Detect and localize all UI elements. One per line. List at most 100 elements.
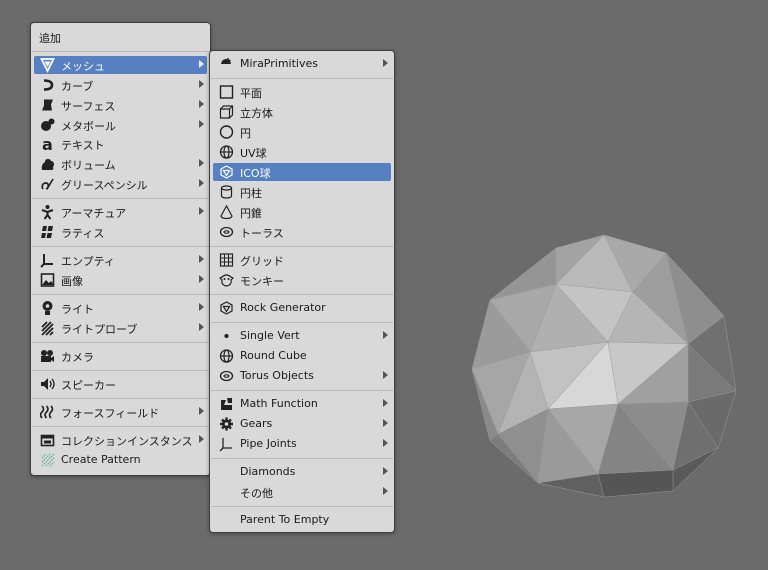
menu-item-light-probe[interactable]: ライトプローブ <box>34 319 207 337</box>
uv-sphere-icon <box>219 144 234 160</box>
menu-item-circle[interactable]: 円 <box>213 123 391 141</box>
menu-item-other[interactable]: その他 <box>213 483 391 501</box>
cone-icon <box>219 204 234 220</box>
surface-icon <box>40 97 55 113</box>
gears-icon <box>219 416 234 432</box>
armature-icon <box>40 204 55 220</box>
menu-item-collection-instance[interactable]: コレクションインスタンス <box>34 431 207 449</box>
monkey-icon <box>219 272 234 288</box>
cylinder-icon <box>219 184 234 200</box>
menu-item-cone[interactable]: 円錐 <box>213 203 391 221</box>
submenu-arrow-icon <box>199 60 204 68</box>
torus-objects-icon <box>219 368 234 384</box>
separator <box>32 198 209 199</box>
submenu-arrow-icon <box>199 100 204 108</box>
menu-item-math-function[interactable]: Math Function <box>213 395 391 413</box>
menu-item-empty[interactable]: エンプティ <box>34 251 207 269</box>
submenu-arrow-icon <box>199 80 204 88</box>
mira-primitives-icon <box>219 56 234 72</box>
menu-item-light[interactable]: ライト <box>34 299 207 317</box>
menu-item-cube[interactable]: 立方体 <box>213 103 391 121</box>
menu-item-speaker[interactable]: スピーカー <box>34 375 207 393</box>
separator <box>32 426 209 427</box>
separator <box>211 294 393 295</box>
separator <box>211 458 393 459</box>
menu-item-parent-to-empty[interactable]: Parent To Empty <box>213 511 391 529</box>
menu-item-camera[interactable]: カメラ <box>34 347 207 365</box>
menu-item-force-field[interactable]: フォースフィールド <box>34 403 207 421</box>
menu-item-metaball[interactable]: メタボール <box>34 116 207 134</box>
menu-item-curve[interactable]: カーブ <box>34 76 207 94</box>
submenu-arrow-icon <box>383 371 388 379</box>
submenu-arrow-icon <box>199 255 204 263</box>
separator <box>32 294 209 295</box>
menu-item-mesh[interactable]: メッシュ <box>34 56 207 74</box>
add-menu: 追加 メッシュ カーブ サーフェス メタボール a テキスト ボリューム グリー… <box>30 22 211 476</box>
submenu-arrow-icon <box>199 159 204 167</box>
menu-item-grid[interactable]: グリッド <box>213 251 391 269</box>
cube-icon <box>219 104 234 120</box>
menu-item-round-cube[interactable]: Round Cube <box>213 347 391 365</box>
separator <box>32 342 209 343</box>
submenu-arrow-icon <box>199 120 204 128</box>
submenu-arrow-icon <box>383 399 388 407</box>
submenu-arrow-icon <box>383 59 388 67</box>
add-menu-title: 追加 <box>39 32 61 45</box>
torus-icon <box>219 224 234 240</box>
mesh-icon <box>40 57 55 73</box>
menu-item-cylinder[interactable]: 円柱 <box>213 183 391 201</box>
svg-text:a: a <box>42 136 53 152</box>
menu-item-lattice[interactable]: ラティス <box>34 223 207 241</box>
text-icon: a <box>40 136 55 152</box>
separator <box>211 506 393 507</box>
image-icon <box>40 272 55 288</box>
light-icon <box>40 300 55 316</box>
menu-item-monkey[interactable]: モンキー <box>213 271 391 289</box>
separator <box>32 398 209 399</box>
menu-item-gears[interactable]: Gears <box>213 415 391 433</box>
rock-generator-icon <box>219 300 234 316</box>
plane-icon <box>219 84 234 100</box>
separator <box>211 246 393 247</box>
circle-icon <box>219 124 234 140</box>
submenu-arrow-icon <box>199 275 204 283</box>
menu-item-plane[interactable]: 平面 <box>213 83 391 101</box>
round-cube-icon <box>219 348 234 364</box>
ico-sphere-icon <box>219 164 234 180</box>
submenu-arrow-icon <box>199 303 204 311</box>
menu-item-ico-sphere[interactable]: ICO球 <box>213 163 391 181</box>
separator <box>32 246 209 247</box>
submenu-arrow-icon <box>383 467 388 475</box>
submenu-arrow-icon <box>383 419 388 427</box>
submenu-arrow-icon <box>199 179 204 187</box>
menu-item-diamonds[interactable]: Diamonds <box>213 463 391 481</box>
menu-item-rock-generator[interactable]: Rock Generator <box>213 299 391 317</box>
menu-item-single-vert[interactable]: Single Vert <box>213 327 391 345</box>
menu-item-torus-objects[interactable]: Torus Objects <box>213 367 391 385</box>
force-field-icon <box>40 404 55 420</box>
grid-icon <box>219 252 234 268</box>
collection-instance-icon <box>40 432 55 448</box>
menu-item-torus[interactable]: トーラス <box>213 223 391 241</box>
menu-item-image[interactable]: 画像 <box>34 271 207 289</box>
menu-item-create-pattern[interactable]: Create Pattern <box>34 451 207 469</box>
menu-item-mira-primitives[interactable]: MiraPrimitives <box>213 55 391 73</box>
menu-item-pipe-joints[interactable]: Pipe Joints <box>213 435 391 453</box>
separator <box>211 78 393 79</box>
grease-pencil-icon <box>40 176 55 192</box>
submenu-arrow-icon <box>383 331 388 339</box>
menu-item-surface[interactable]: サーフェス <box>34 96 207 114</box>
menu-item-volume[interactable]: ボリューム <box>34 155 207 173</box>
ico-sphere-object[interactable] <box>468 234 740 498</box>
menu-item-grease-pencil[interactable]: グリースペンシル <box>34 175 207 193</box>
menu-item-uv-sphere[interactable]: UV球 <box>213 143 391 161</box>
separator <box>211 390 393 391</box>
curve-icon <box>40 77 55 93</box>
submenu-arrow-icon <box>199 407 204 415</box>
menu-item-text[interactable]: a テキスト <box>34 135 207 153</box>
single-vert-icon <box>219 328 234 344</box>
menu-item-armature[interactable]: アーマチュア <box>34 203 207 221</box>
submenu-arrow-icon <box>199 435 204 443</box>
separator <box>211 322 393 323</box>
camera-icon <box>40 348 55 364</box>
